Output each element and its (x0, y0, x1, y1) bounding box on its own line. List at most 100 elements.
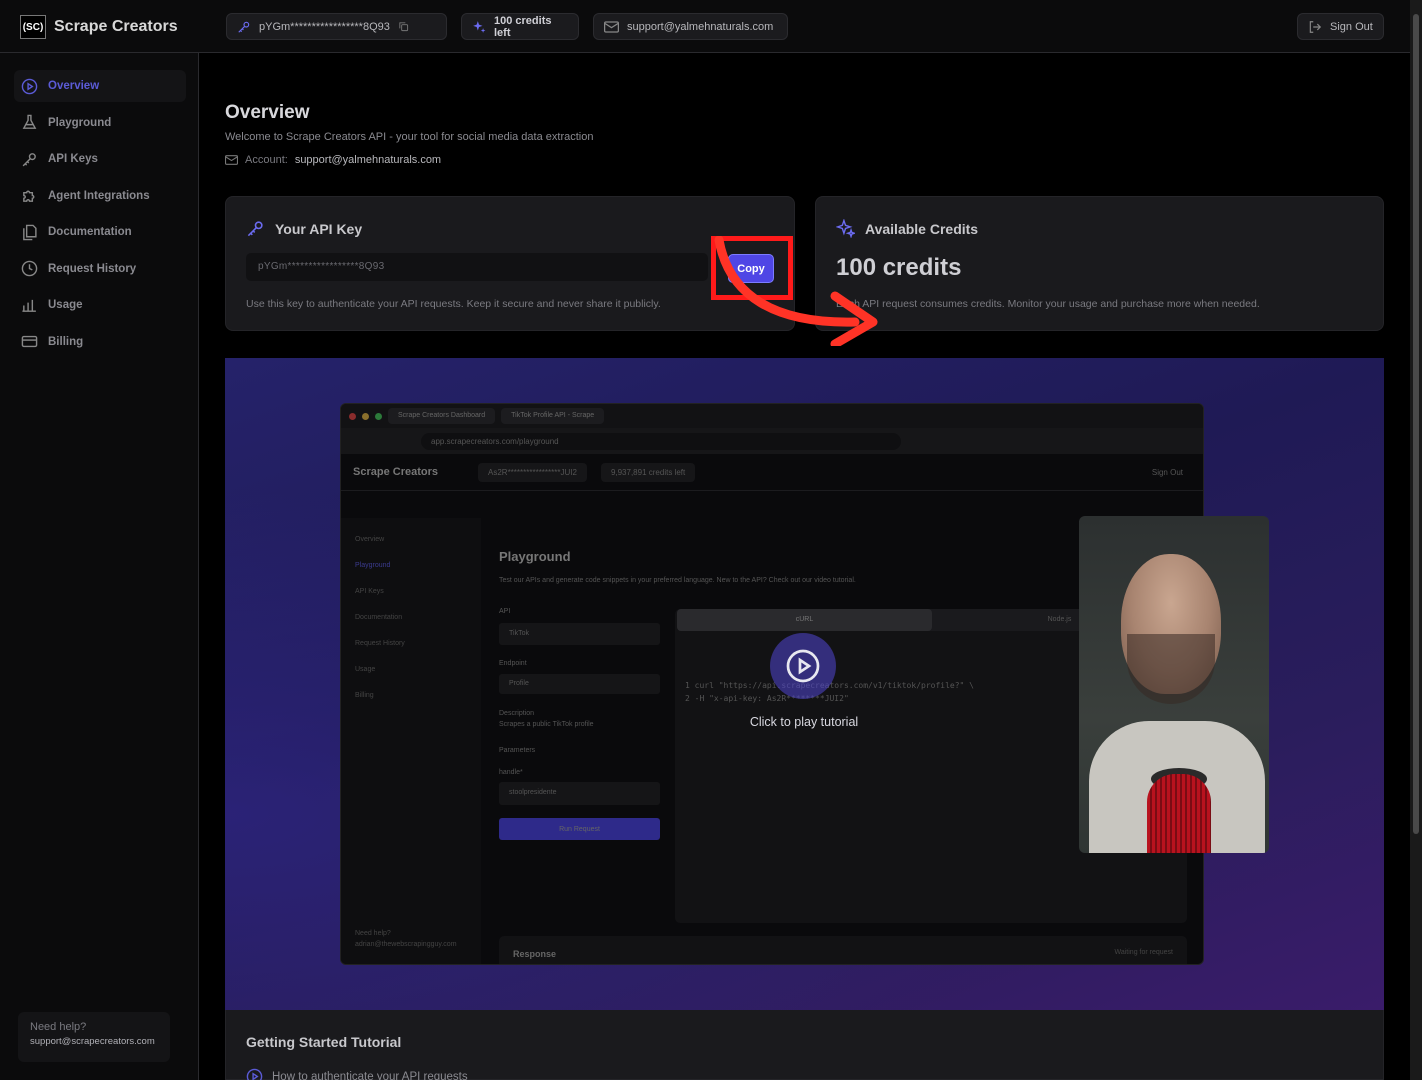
video-response-panel: Response Waiting for request (499, 936, 1187, 964)
video-endpoint-select: Profile (499, 674, 660, 694)
sidebar-item-label: Request History (48, 262, 137, 275)
video-key-chip: As2R*****************JUI2 (478, 462, 587, 482)
sign-out-label: Sign Out (1330, 20, 1373, 33)
sidebar-item-request-history[interactable]: Request History (14, 253, 186, 285)
getting-started-title: Getting Started Tutorial (246, 1034, 402, 1050)
presenter-webcam (1079, 516, 1269, 853)
getting-started-section: Getting Started Tutorial How to authenti… (225, 1010, 1384, 1080)
video-credits-chip: 9,937,891 credits left (600, 462, 696, 482)
help-box[interactable]: Need help? support@scrapecreators.com (18, 1012, 170, 1062)
video-app-logo: Scrape Creators (353, 466, 438, 478)
api-key-note: Use this key to authenticate your API re… (246, 298, 661, 310)
topbar-api-key-value: pYGm*****************8Q93 (259, 20, 390, 33)
video-playground-desc: Test our APIs and generate code snippets… (499, 577, 856, 584)
sidebar-item-usage[interactable]: Usage (14, 289, 186, 321)
video-sidebar-item: Billing (355, 692, 374, 699)
play-circle-icon (21, 78, 38, 94)
scrollbar-thumb[interactable] (1413, 14, 1419, 834)
play-circle-icon (246, 1068, 263, 1080)
credits-value: 100 credits (836, 254, 962, 281)
video-handle-input: stoolpresidente (499, 782, 660, 805)
video-sidebar-item: API Keys (355, 588, 384, 595)
video-app-header: Scrape Creators As2R*****************JUI… (341, 454, 1203, 491)
account-email: support@yalmehnaturals.com (294, 154, 442, 166)
mail-icon (604, 20, 619, 33)
presenter-beard (1127, 634, 1215, 704)
video-sidebar-item: Documentation (355, 614, 403, 621)
topbar-credits-label: 100 credits left (494, 14, 552, 39)
video-help-email: adrian@thewebscrapingguy.com (355, 941, 457, 948)
video-browser-tab: Scrape Creators Dashboard (388, 408, 496, 424)
sidebar-item-label: Usage (48, 299, 83, 311)
video-sidebar-item: Playground (355, 562, 391, 569)
page-subtitle: Welcome to Scrape Creators API - your to… (225, 131, 594, 143)
video-api-select: TikTok (499, 623, 660, 645)
sign-out-button[interactable]: Sign Out (1297, 13, 1384, 40)
topbar-email-value: support@yalmehnaturals.com (627, 20, 774, 33)
logo-mark: (SC) (20, 15, 46, 39)
tutorial-item[interactable]: How to authenticate your API requests (246, 1068, 468, 1080)
sidebar-item-documentation[interactable]: Documentation (14, 216, 186, 248)
sign-out-icon (1309, 20, 1322, 33)
clock-icon (21, 260, 38, 277)
sparkles-icon (473, 20, 486, 33)
video-waiting-label: Waiting for request (1114, 949, 1174, 956)
app-logo[interactable]: (SC) Scrape Creators (20, 15, 178, 39)
microphone-icon (1147, 774, 1211, 853)
sidebar-item-overview[interactable]: Overview (14, 70, 186, 102)
copy-icon[interactable] (398, 21, 409, 32)
sidebar-item-billing[interactable]: Billing (14, 326, 186, 358)
api-key-card-header: Your API Key (246, 219, 362, 238)
video-api-label: API (499, 608, 511, 615)
play-button[interactable] (770, 633, 836, 699)
page-title: Overview (225, 102, 310, 123)
account-info: Account: support@yalmehnaturals.com (225, 154, 441, 166)
video-run-button: Run Request (499, 818, 660, 840)
video-code-line: 2 -H "x-api-key: As2R********JUI2" (685, 694, 849, 703)
sidebar-item-label: API Keys (48, 153, 98, 165)
sidebar-item-label: Agent Integrations (48, 189, 150, 202)
top-bar: (SC) Scrape Creators pYGm***************… (0, 0, 1410, 53)
video-description-value: Scrapes a public TikTok profile (499, 721, 594, 728)
topbar-credits: 100 credits left (461, 13, 579, 40)
help-title: Need help? (30, 1021, 87, 1033)
key-icon (22, 152, 36, 166)
video-browser-url: app.scrapecreators.com/playground (341, 428, 1203, 454)
tutorial-item-label: How to authenticate your API requests (272, 1070, 468, 1080)
video-endpoint-label: Endpoint (499, 660, 527, 667)
video-browser-tab: TikTok Profile API - Scrape (501, 408, 605, 424)
flask-icon (22, 114, 37, 129)
help-email[interactable]: support@scrapecreators.com (30, 1036, 158, 1047)
play-icon (786, 649, 820, 683)
video-sidebar-item: Request History (355, 640, 405, 647)
bar-chart-icon (22, 299, 36, 312)
sidebar-nav: Overview Playground API Keys Agent Integ… (14, 70, 186, 362)
credits-card-title: Available Credits (865, 220, 979, 237)
tutorial-video[interactable]: Scrape Creators Dashboard TikTok Profile… (225, 358, 1384, 1010)
sidebar: Overview Playground API Keys Agent Integ… (0, 53, 199, 1080)
app-name: Scrape Creators (54, 18, 178, 35)
video-url-text: app.scrapecreators.com/playground (421, 432, 901, 450)
credits-note: Each API request consumes credits. Monit… (836, 298, 1260, 310)
video-tab-curl: cURL (677, 609, 932, 631)
sparkles-icon (836, 219, 855, 238)
copy-button-highlight (711, 236, 793, 300)
api-key-field[interactable]: pYGm*****************8Q93 (246, 253, 708, 281)
sidebar-item-api-keys[interactable]: API Keys (14, 143, 186, 175)
video-sign-out: Sign Out (1151, 467, 1183, 477)
credits-card-header: Available Credits (836, 219, 978, 238)
play-label[interactable]: Click to play tutorial (704, 715, 904, 729)
sidebar-item-label: Billing (48, 335, 84, 348)
video-handle-label: handle* (499, 769, 523, 776)
page-scrollbar[interactable] (1410, 0, 1422, 1080)
topbar-api-key[interactable]: pYGm*****************8Q93 (226, 13, 447, 40)
sidebar-item-playground[interactable]: Playground (14, 107, 186, 139)
sidebar-item-agent-integrations[interactable]: Agent Integrations (14, 180, 186, 212)
video-sidebar: Overview Playground API Keys Documentati… (341, 518, 481, 964)
sidebar-item-label: Overview (48, 80, 100, 92)
key-icon (247, 221, 263, 237)
video-sidebar-item: Usage (355, 666, 376, 673)
video-help-title: Need help? (355, 930, 391, 937)
video-sidebar-item: Overview (355, 536, 385, 543)
sidebar-item-label: Documentation (48, 226, 132, 238)
